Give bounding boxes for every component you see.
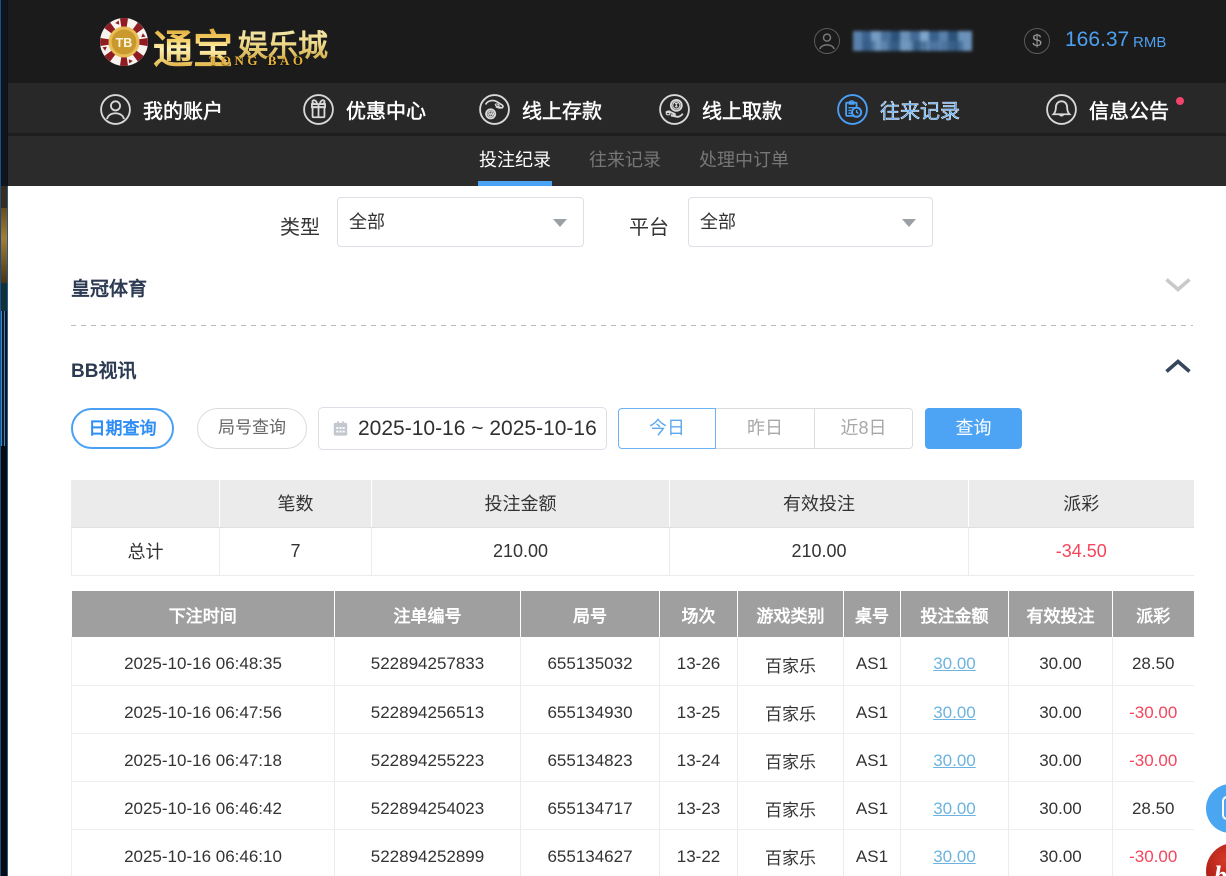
svg-text:TB: TB xyxy=(116,36,133,50)
